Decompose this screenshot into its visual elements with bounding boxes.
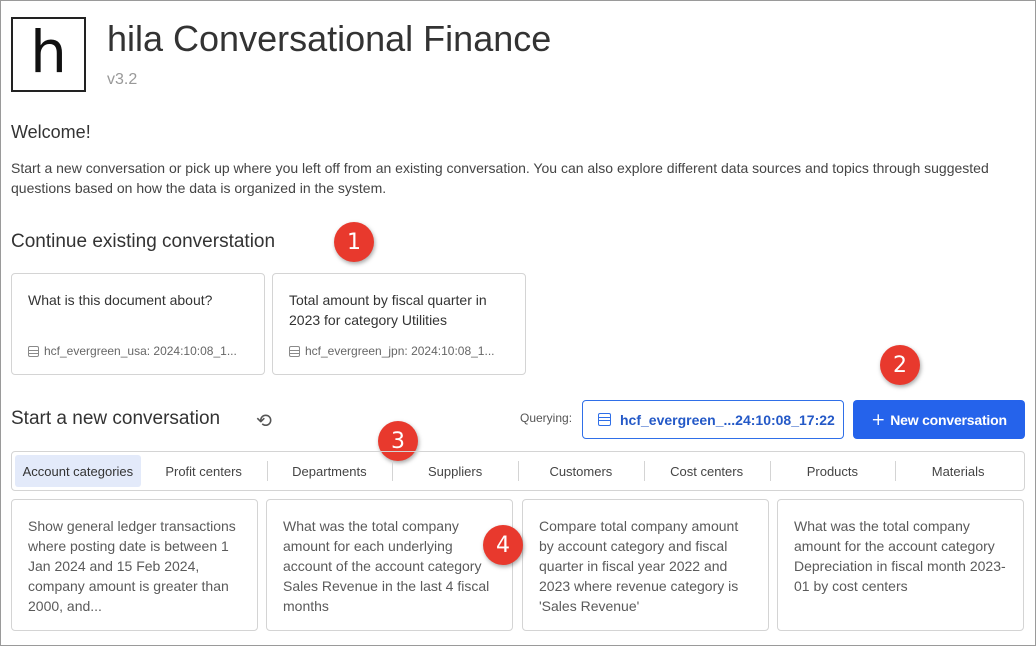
conversation-question: What is this document about?	[28, 292, 213, 308]
conversation-card[interactable]: Total amount by fiscal quarter in 2023 f…	[272, 273, 526, 375]
conversation-source-label: hcf_evergreen_usa: 2024:10:08_1...	[44, 344, 237, 358]
callout-badge-1: 1	[334, 222, 374, 262]
conversation-source: hcf_evergreen_jpn: 2024:10:08_1...	[289, 344, 494, 358]
suggested-question-card[interactable]: Show general ledger transactions where p…	[11, 499, 258, 631]
tab-suppliers[interactable]: Suppliers	[392, 455, 518, 487]
tab-customers[interactable]: Customers	[518, 455, 644, 487]
database-icon	[28, 345, 39, 357]
suggested-question-card[interactable]: What was the total company amount for th…	[777, 499, 1024, 631]
data-source-value: hcf_evergreen_...24:10:08_17:22	[620, 411, 835, 428]
suggested-question-card[interactable]: Compare total company amount by account …	[522, 499, 769, 631]
welcome-text: Start a new conversation or pick up wher…	[11, 160, 989, 196]
app-version: v3.2	[107, 71, 138, 88]
conversation-question: Total amount by fiscal quarter in 2023 f…	[289, 292, 487, 328]
welcome-heading: Welcome!	[11, 122, 91, 142]
plus-icon: +	[871, 409, 886, 430]
new-conversation-button[interactable]: + New conversation	[853, 400, 1025, 439]
querying-label: Querying:	[520, 411, 573, 425]
data-source-selector[interactable]: hcf_evergreen_...24:10:08_17:22	[582, 400, 844, 439]
callout-badge-4: 4	[483, 525, 523, 565]
conversation-card[interactable]: What is this document about? hcf_evergre…	[11, 273, 265, 375]
suggested-question-card[interactable]: What was the total company amount for ea…	[266, 499, 513, 631]
conversation-source-label: hcf_evergreen_jpn: 2024:10:08_1...	[305, 344, 495, 358]
tab-account-categories[interactable]: Account categories	[15, 455, 141, 487]
new-conversation-title: Start a new conversation	[11, 408, 221, 429]
database-icon	[598, 413, 611, 426]
app-title: hila Conversational Finance	[107, 18, 552, 59]
app-logo: h	[11, 17, 86, 92]
existing-conversations-title: Continue existing converstation	[11, 231, 276, 252]
tab-products[interactable]: Products	[769, 455, 896, 487]
tab-cost-centers[interactable]: Cost centers	[643, 455, 770, 487]
database-icon	[289, 345, 300, 357]
conversation-source: hcf_evergreen_usa: 2024:10:08_1...	[28, 344, 237, 358]
topic-tabs: Account categories Profit centers Depart…	[11, 451, 1025, 491]
tab-departments[interactable]: Departments	[266, 455, 393, 487]
refresh-icon[interactable]: ⟲	[256, 410, 272, 432]
new-conversation-label: New conversation	[890, 411, 1007, 428]
tab-materials[interactable]: Materials	[895, 455, 1021, 487]
tab-profit-centers[interactable]: Profit centers	[141, 455, 267, 487]
callout-badge-2: 2	[880, 345, 920, 385]
